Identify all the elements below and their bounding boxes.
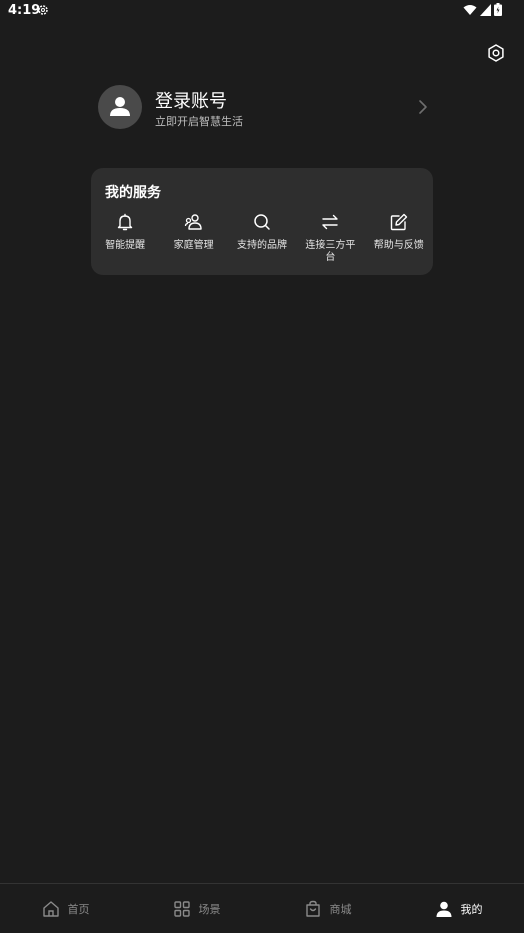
- bottom-nav: 首页 场景 商城 我的: [0, 883, 524, 933]
- home-icon: [42, 900, 59, 917]
- settings-notification-icon: [38, 5, 48, 15]
- avatar[interactable]: [98, 85, 142, 129]
- nav-item-scene[interactable]: 场景: [131, 884, 262, 933]
- shopping-bag-icon: [305, 900, 320, 917]
- status-time: 4:19: [8, 3, 41, 18]
- login-row[interactable]: 登录账号 立即开启智慧生活: [98, 85, 438, 131]
- signal-icon: [480, 3, 491, 16]
- nav-label: 商城: [329, 902, 352, 916]
- search-icon: [254, 214, 270, 230]
- family-icon: [184, 214, 202, 230]
- status-bar: 4:19: [0, 0, 524, 22]
- service-label: 家庭管理: [173, 240, 214, 251]
- person-icon: [436, 901, 451, 917]
- service-label: 帮助与反馈: [373, 240, 424, 251]
- settings-button[interactable]: [486, 43, 506, 63]
- service-family-management[interactable]: 家庭管理: [159, 212, 227, 264]
- services-title: 我的服务: [105, 185, 161, 201]
- nav-label: 首页: [67, 902, 90, 916]
- swap-icon: [322, 214, 339, 230]
- battery-icon: [494, 3, 502, 16]
- login-subtitle: 立即开启智慧生活: [155, 115, 243, 128]
- service-label: 支持的品牌: [236, 240, 287, 251]
- nav-item-mine[interactable]: 我的: [393, 884, 524, 933]
- services-grid: 智能提醒 家庭管理 支持的品牌 连接三方平台 帮助与反馈: [91, 212, 433, 264]
- nav-label: 我的: [460, 902, 483, 916]
- edit-icon: [390, 213, 407, 231]
- service-label: 智能提醒: [105, 240, 146, 251]
- wifi-icon: [463, 4, 477, 15]
- avatar-person-icon: [110, 97, 130, 116]
- login-title[interactable]: 登录账号: [155, 87, 227, 113]
- service-supported-brands[interactable]: 支持的品牌: [228, 212, 296, 264]
- service-help-feedback[interactable]: 帮助与反馈: [365, 212, 433, 264]
- status-icons: [463, 3, 502, 16]
- settings-icon: [488, 44, 504, 62]
- service-label: 连接三方平台: [305, 240, 356, 263]
- nav-item-mall[interactable]: 商城: [262, 884, 393, 933]
- grid-icon: [173, 900, 190, 917]
- my-services-card: 我的服务 智能提醒 家庭管理 支持的品牌 连接三方平台 帮助与反馈: [91, 168, 433, 275]
- nav-label: 场景: [198, 902, 221, 916]
- service-third-party[interactable]: 连接三方平台: [296, 212, 364, 264]
- bell-icon: [117, 213, 133, 231]
- nav-item-home[interactable]: 首页: [0, 884, 131, 933]
- chevron-right-icon[interactable]: [418, 99, 428, 115]
- service-smart-reminder[interactable]: 智能提醒: [91, 212, 159, 264]
